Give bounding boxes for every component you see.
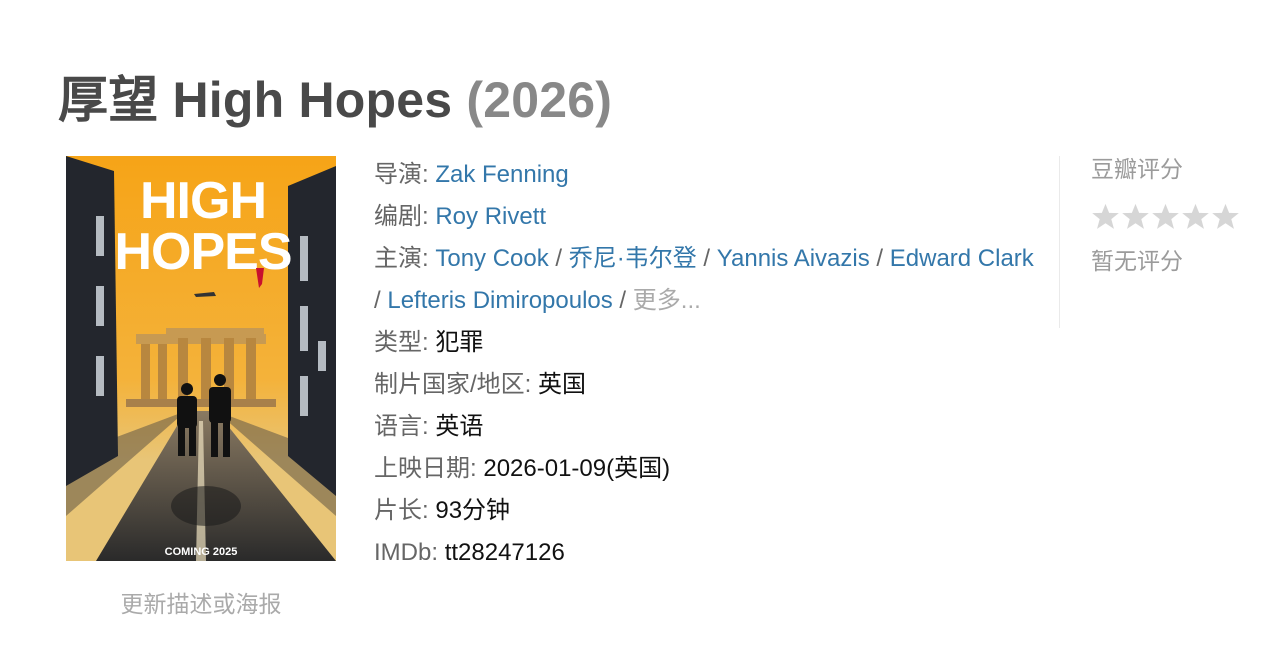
movie-year: (2026) <box>466 72 613 128</box>
country-row: 制片国家/地区: 英国 <box>374 371 587 398</box>
country-label: 制片国家/地区 <box>374 371 525 398</box>
star-icon <box>1152 203 1179 229</box>
writer-label: 编剧 <box>374 203 422 230</box>
poster-image: HIGH HOPES COMING 2025 <box>66 156 336 561</box>
no-rating-text: 暂无评分 <box>1091 248 1183 274</box>
imdb-label: IMDb <box>374 539 432 566</box>
writer-link[interactable]: Roy Rivett <box>435 203 546 230</box>
star-icon <box>1212 203 1239 229</box>
cast-link[interactable]: Edward Clark <box>890 245 1034 272</box>
director-link[interactable]: Zak Fenning <box>435 161 568 188</box>
cast-link[interactable]: Tony Cook <box>435 245 548 272</box>
poster-title-line1: HIGH <box>140 172 266 230</box>
cast-row: 主演: Tony Cook / 乔尼·韦尔登 / Yannis Aivazis … <box>374 245 1034 314</box>
rating-panel: 豆瓣评分 暂无评分 <box>1091 150 1271 276</box>
runtime-label: 片长 <box>374 497 422 524</box>
country-value: 英国 <box>538 371 587 398</box>
rating-stars <box>1091 202 1271 232</box>
genre-row: 类型: 犯罪 <box>374 329 484 356</box>
star-icon <box>1122 203 1149 229</box>
imdb-row: IMDb: tt28247126 <box>374 539 565 566</box>
director-label: 导演 <box>374 161 422 188</box>
writer-row: 编剧: Roy Rivett <box>374 203 547 230</box>
imdb-value: tt28247126 <box>444 539 565 566</box>
language-value: 英语 <box>435 413 484 440</box>
release-label: 上映日期 <box>374 455 470 482</box>
cast-link[interactable]: Lefteris Dimiropoulos <box>387 287 612 314</box>
release-value: 2026-01-09(英国) <box>483 455 671 482</box>
rating-divider <box>1059 156 1060 328</box>
director-row: 导演: Zak Fenning <box>374 161 569 188</box>
release-row: 上映日期: 2026-01-09(英国) <box>374 455 671 482</box>
poster-coming: COMING 2025 <box>165 546 238 558</box>
language-label: 语言 <box>374 413 422 440</box>
page-title: 厚望 High Hopes (2026) <box>58 60 612 132</box>
movie-name: 厚望 High Hopes <box>58 72 453 128</box>
cast-more-link[interactable]: 更多... <box>633 287 701 314</box>
movie-info: 导演: Zak Fenning 编剧: Roy Rivett 主演: Tony … <box>374 154 1034 574</box>
cast-link[interactable]: Yannis Aivazis <box>717 245 870 272</box>
rating-title: 豆瓣评分 <box>1091 156 1183 182</box>
runtime-value: 93分钟 <box>435 497 511 524</box>
runtime-row: 片长: 93分钟 <box>374 497 511 524</box>
genre-value: 犯罪 <box>435 329 484 356</box>
cast-link[interactable]: 乔尼·韦尔登 <box>569 245 697 272</box>
cast-label: 主演 <box>374 245 422 272</box>
star-icon <box>1092 203 1119 229</box>
language-row: 语言: 英语 <box>374 413 484 440</box>
update-description-link[interactable]: 更新描述或海报 <box>66 585 336 619</box>
genre-label: 类型 <box>374 329 422 356</box>
movie-poster[interactable]: HIGH HOPES COMING 2025 <box>66 156 336 561</box>
star-icon <box>1182 203 1209 229</box>
poster-title-line2: HOPES <box>114 223 291 281</box>
